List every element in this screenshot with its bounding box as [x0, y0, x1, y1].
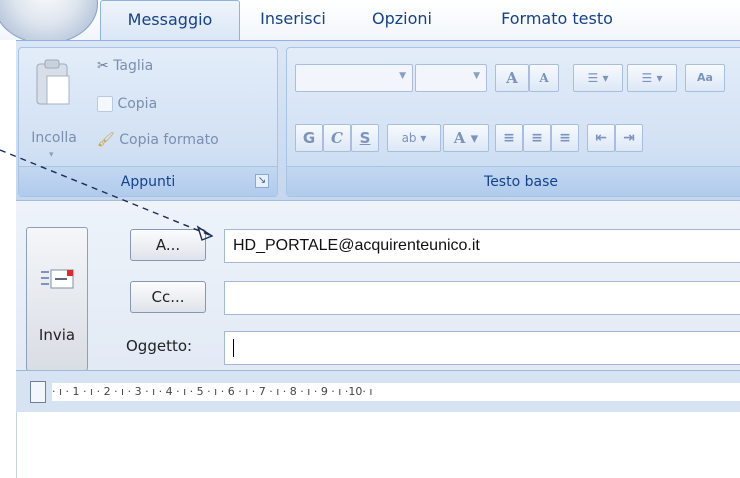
ruler: · ı · 1 · ı · 2 · ı · 3 · ı · 4 · ı · 5 …	[16, 370, 740, 412]
message-body[interactable]	[16, 412, 740, 478]
ruler-scale: · ı · 1 · ı · 2 · ı · 3 · ı · 4 · ı · 5 …	[52, 383, 740, 401]
tab-stop-selector[interactable]	[30, 381, 46, 403]
